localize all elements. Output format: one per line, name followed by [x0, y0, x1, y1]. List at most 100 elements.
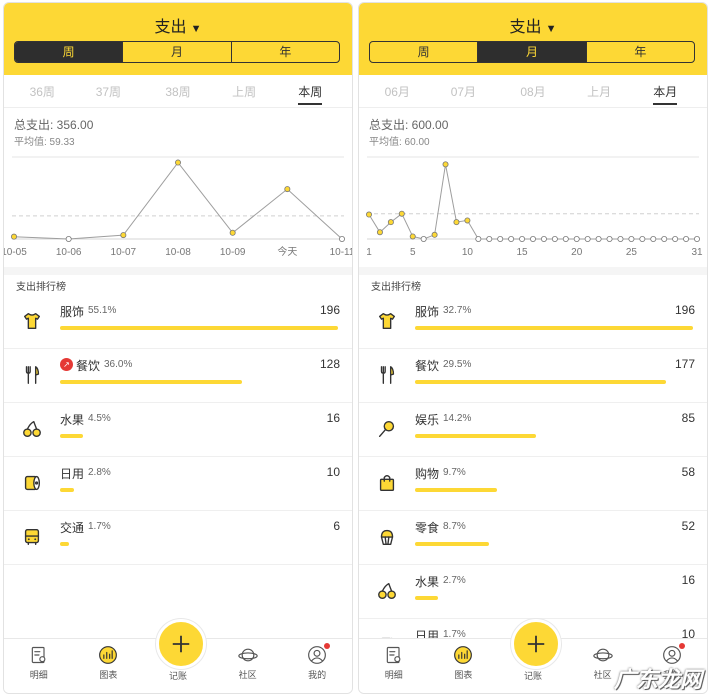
ranking-title: 支出排行榜: [371, 282, 421, 293]
bottom-tab-bar: 明细 图表 记账 社区 我的: [4, 619, 352, 693]
header-bar: 支出 ▼ 周月年: [359, 3, 707, 75]
category-name: 服饰: [415, 305, 440, 319]
progress-bar: [60, 434, 338, 438]
segment-year[interactable]: 年: [232, 42, 339, 62]
tab-label: 明细: [384, 670, 403, 680]
category-percent: 4.5%: [88, 413, 111, 424]
ranking-row[interactable]: 娱乐 14.2% 85: [359, 403, 707, 457]
tab-chart[interactable]: 图表: [83, 645, 133, 681]
progress-bar: [415, 380, 693, 384]
ranking-row[interactable]: 服饰 32.7% 196: [359, 295, 707, 349]
segment-year[interactable]: 年: [587, 42, 694, 62]
ranking-row[interactable]: 购物 9.7% 58: [359, 457, 707, 511]
x-tick-label: 5: [410, 247, 416, 258]
period-tab[interactable]: 07月: [451, 83, 476, 100]
x-tick-label: 10-11: [330, 247, 352, 258]
x-tick-label: 今天: [277, 245, 297, 258]
data-point: [174, 159, 181, 166]
data-point: [573, 236, 580, 243]
chart-icon: [99, 646, 118, 664]
ranking-row[interactable]: 餐饮 29.5% 177: [359, 349, 707, 403]
tab-chart[interactable]: 图表: [438, 645, 488, 681]
period-tab[interactable]: 06月: [385, 83, 410, 100]
notification-dot: [324, 643, 331, 649]
screen-week: 支出 ▼ 周月年 36周 37周 38周 上周 本周总支出: 356.00 平均值: 59.33…: [3, 2, 353, 694]
cherry-icon: [375, 579, 399, 603]
period-tab[interactable]: 上周: [232, 83, 256, 100]
period-tab[interactable]: 本月: [653, 83, 678, 105]
data-point: [464, 217, 471, 224]
fork-knife-icon: [375, 363, 399, 387]
period-tabs: 36周 37周 38周 上周 本周: [4, 75, 352, 108]
x-tick-label: 10: [462, 247, 474, 258]
data-point: [540, 236, 547, 243]
ranking-row[interactable]: 服饰 55.1% 196: [4, 295, 352, 349]
ranking-row[interactable]: 交通 1.7% 6: [4, 511, 352, 565]
period-tab[interactable]: 37周: [96, 83, 121, 100]
x-tick-label: 10-07: [111, 247, 137, 258]
page-title[interactable]: 支出 ▼: [359, 13, 707, 37]
category-amount: 6: [333, 519, 340, 533]
ledger-icon: [31, 646, 46, 664]
progress-fill: [60, 488, 75, 492]
average-value: 平均值: 59.33: [14, 137, 75, 148]
ranking-row[interactable]: 水果 2.7% 16: [359, 565, 707, 619]
category-percent: 2.7%: [443, 575, 466, 586]
period-tab[interactable]: 38周: [165, 83, 190, 100]
dropdown-caret-icon[interactable]: ▼: [546, 23, 557, 35]
category-amount: 196: [319, 303, 340, 317]
bus-icon: [20, 525, 44, 549]
progress-fill: [415, 380, 667, 384]
add-record-button[interactable]: [156, 619, 206, 669]
ranking-row[interactable]: 零食 8.7% 52: [359, 511, 707, 565]
data-point: [650, 236, 657, 243]
add-record-button[interactable]: [511, 619, 561, 669]
category-percent: 1.7%: [88, 521, 111, 532]
shirt-icon: [375, 309, 399, 333]
data-point: [519, 236, 526, 243]
category-percent: 2.8%: [88, 467, 111, 478]
tab-user[interactable]: 我的: [292, 643, 342, 681]
watermark-logo: 广东龙网: [613, 667, 702, 692]
fork-knife-icon: [20, 363, 44, 387]
category-percent: 14.2%: [443, 413, 472, 424]
total-expense: 总支出: 356.00: [14, 118, 94, 132]
progress-bar: [415, 326, 693, 330]
data-point: [366, 211, 372, 218]
tab-ledger[interactable]: 明细: [369, 645, 419, 681]
progress-bar: [415, 434, 693, 438]
segment-month[interactable]: 月: [123, 42, 232, 62]
plus-icon: [172, 635, 190, 653]
progress-bar: [415, 488, 693, 492]
segment-week[interactable]: 周: [370, 42, 479, 62]
ranking-row[interactable]: 日用 2.8% 10: [4, 457, 352, 511]
chart-icon: [454, 646, 473, 664]
data-point: [387, 219, 394, 226]
line-chart: 1 5 10 15 20 25 31: [366, 156, 703, 258]
segment-month[interactable]: 月: [478, 42, 587, 62]
period-tab[interactable]: 08月: [520, 83, 545, 100]
ranking-row[interactable]: 水果 4.5% 16: [4, 403, 352, 457]
segment-week[interactable]: 周: [15, 42, 124, 62]
progress-fill: [60, 434, 83, 438]
x-tick-label: 31: [691, 247, 703, 258]
x-tick-label: 10-09: [220, 247, 246, 258]
tab-ledger[interactable]: 明细: [14, 645, 64, 681]
dropdown-caret-icon[interactable]: ▼: [191, 23, 202, 35]
screen-month: 支出 ▼ 周月年 06月 07月 08月 上月 本月 总支出: 600.00 平均值: 60.00…: [358, 2, 708, 694]
period-tab[interactable]: 36周: [30, 83, 55, 100]
data-point: [120, 232, 127, 239]
data-point: [338, 236, 345, 243]
tab-label: 社区: [238, 670, 257, 680]
data-point: [376, 229, 383, 236]
category-name: 餐饮: [415, 359, 440, 373]
tab-planet[interactable]: 社区: [223, 645, 273, 681]
period-tab[interactable]: 本周: [298, 83, 323, 105]
tab-label: 图表: [99, 670, 118, 680]
period-tab[interactable]: 上月: [587, 83, 611, 100]
page-title[interactable]: 支出 ▼: [4, 13, 352, 37]
category-amount: 85: [681, 411, 695, 425]
data-point: [639, 236, 646, 243]
progress-bar: [60, 380, 338, 384]
ranking-row[interactable]: ↗ 餐饮 36.0% 128: [4, 349, 352, 403]
